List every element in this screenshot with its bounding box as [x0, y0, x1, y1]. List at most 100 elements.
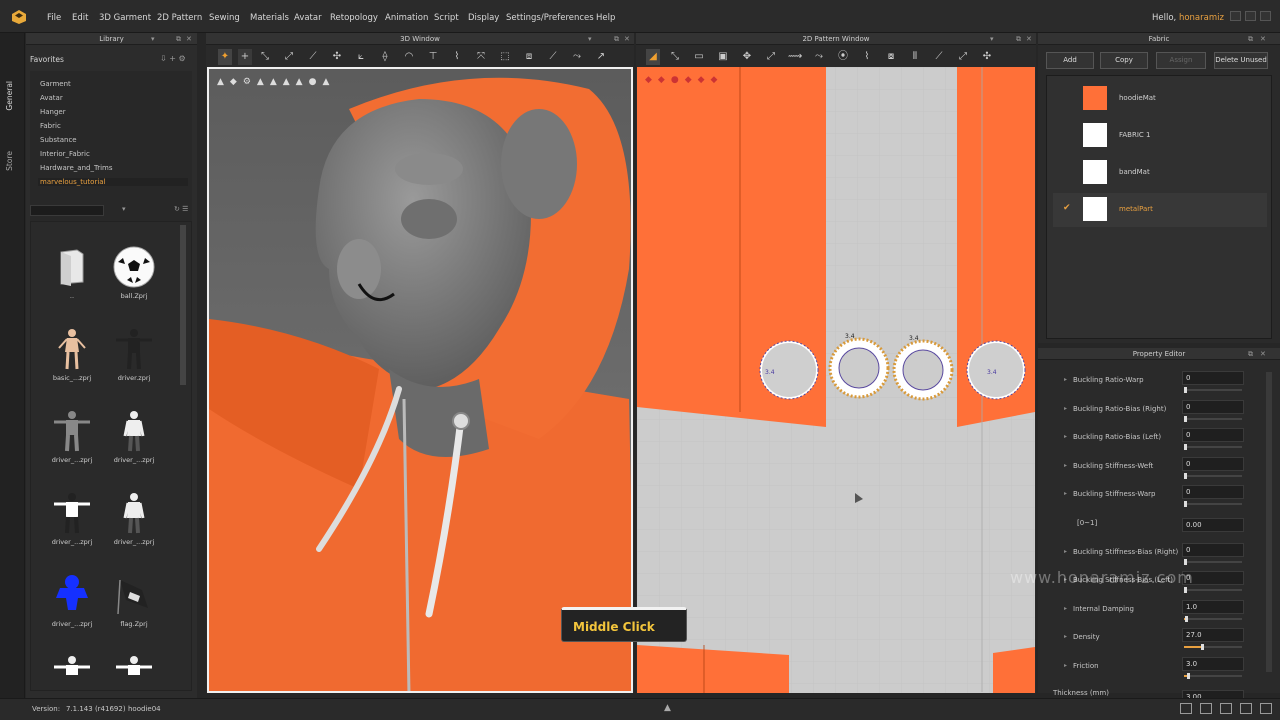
layout-quad-icon[interactable]	[1260, 703, 1272, 714]
sew-tool-icon[interactable]: ⟋	[306, 49, 320, 65]
layout-2d-icon[interactable]	[1240, 703, 1252, 714]
property-slider[interactable]	[1184, 644, 1242, 651]
expand-up-icon[interactable]: ▲	[664, 703, 671, 713]
move-tool-icon[interactable]: +	[238, 49, 252, 65]
garment-icon[interactable]: ✣	[330, 49, 344, 65]
menu-edit[interactable]: Edit	[72, 13, 88, 23]
minimize-button[interactable]	[1230, 11, 1241, 21]
layout-3d-icon[interactable]	[1220, 703, 1232, 714]
float-icon[interactable]: ⧉	[1248, 33, 1253, 45]
fabric-item-bandmat[interactable]: bandMat	[1053, 156, 1267, 190]
expand-arrow-icon[interactable]: ▸	[1064, 490, 1067, 497]
maximize-button[interactable]	[1245, 11, 1256, 21]
tab-store[interactable]: Store	[5, 151, 14, 171]
measure-icon[interactable]: ⌇	[450, 49, 464, 65]
close-panel-icon[interactable]: ✕	[1026, 33, 1032, 45]
copy-fabric-button[interactable]: Copy	[1100, 52, 1148, 69]
expand-arrow-icon[interactable]: ▸	[1064, 605, 1067, 612]
point-tool-icon[interactable]: ⤡	[258, 49, 272, 65]
property-slider[interactable]	[1184, 615, 1242, 622]
delete-unused-button[interactable]: Delete Unused	[1214, 52, 1268, 69]
library-item[interactable]: driver_...zprj	[48, 491, 96, 546]
assign-fabric-button[interactable]: Assign	[1156, 52, 1206, 69]
expand-arrow-icon[interactable]: ▸	[1064, 462, 1067, 469]
edit-pin-icon[interactable]: ⤢	[282, 49, 296, 65]
edit-point-icon[interactable]: ⤡	[668, 49, 682, 65]
trace-icon[interactable]: ⦀	[908, 49, 922, 65]
library-scrollbar[interactable]	[180, 225, 186, 385]
internal-shape-icon[interactable]: ▣	[716, 49, 730, 65]
menu-3d-garment[interactable]: 3D Garment	[99, 13, 151, 23]
line-icon[interactable]: ⟋	[932, 49, 946, 65]
layout-split-icon[interactable]	[1200, 703, 1212, 714]
library-item[interactable]: driver_...zprj	[110, 491, 158, 546]
tack-icon[interactable]: ⟠	[378, 49, 392, 65]
property-value-input[interactable]: 27.0	[1182, 628, 1244, 643]
property-slider[interactable]	[1184, 472, 1242, 479]
pin-icon[interactable]: ⊤	[426, 49, 440, 65]
library-item[interactable]: driver_...zprj	[48, 409, 96, 464]
property-value-input[interactable]: 0	[1182, 371, 1244, 385]
3d-viewport[interactable]: ▲◆⚙▲▲▲▲●▲	[207, 67, 633, 693]
favorite-substance[interactable]: Substance	[40, 136, 77, 144]
favorite-fabric[interactable]: Fabric	[40, 122, 61, 130]
shape-icon[interactable]: ◠	[402, 49, 416, 65]
property-value-input[interactable]: 1.0	[1182, 599, 1244, 614]
favorite-interior-fabric[interactable]: Interior_Fabric	[40, 150, 90, 158]
expand-arrow-icon[interactable]: ▸	[1064, 433, 1067, 440]
garment-icon[interactable]: ✣	[980, 49, 994, 65]
library-filter-dropdown-icon[interactable]: ▾	[122, 205, 126, 213]
rectangle-icon[interactable]: ▭	[692, 49, 706, 65]
library-item[interactable]: driver.zprj	[110, 327, 158, 382]
pleat-icon[interactable]: ✥	[740, 49, 754, 65]
expand-arrow-icon[interactable]: ▸	[1064, 633, 1067, 640]
menu-animation[interactable]: Animation	[385, 13, 428, 23]
menu-2d-pattern[interactable]: 2D Pattern	[157, 13, 202, 23]
property-slider[interactable]	[1184, 501, 1242, 508]
sew-icon[interactable]: ⤢	[764, 49, 778, 65]
property-slider[interactable]	[1184, 558, 1242, 565]
property-slider[interactable]	[1184, 415, 1242, 422]
property-value-input[interactable]: 0.00	[1182, 518, 1244, 532]
texture-icon[interactable]: ⌇	[860, 49, 874, 65]
library-refresh-icon[interactable]: ↻ ☰	[174, 205, 188, 213]
property-value-input[interactable]: 0	[1182, 428, 1244, 443]
dropdown-icon[interactable]: ▾	[588, 33, 592, 45]
layout-single-icon[interactable]	[1180, 703, 1192, 714]
favorite-avatar[interactable]: Avatar	[40, 94, 63, 102]
menu-materials[interactable]: Materials	[250, 13, 289, 23]
library-item[interactable]: basic_...zprj	[48, 327, 96, 382]
menu-help[interactable]: Help	[596, 13, 615, 23]
arrange-icon[interactable]: ⬚	[498, 49, 512, 65]
favorite-hardware-and-trims[interactable]: Hardware_and_Trims	[40, 164, 113, 172]
float-icon[interactable]: ⧉	[614, 33, 619, 45]
menu-display[interactable]: Display	[468, 13, 499, 23]
favorite-garment[interactable]: Garment	[40, 80, 71, 88]
property-value-input[interactable]: 0	[1182, 542, 1244, 557]
2d-view-toolbar[interactable]: ◆◆●◆◆◆	[645, 75, 723, 85]
expand-arrow-icon[interactable]: ▸	[1064, 662, 1067, 669]
expand-arrow-icon[interactable]: ▸	[1064, 405, 1067, 412]
library-item[interactable]: flag.Zprj	[110, 573, 158, 628]
select-tool-icon[interactable]: ✦	[218, 49, 232, 65]
property-slider[interactable]	[1184, 587, 1242, 594]
transform-pattern-icon[interactable]: ◢	[646, 49, 660, 65]
property-slider[interactable]	[1184, 387, 1242, 393]
menu-file[interactable]: File	[47, 13, 61, 23]
close-panel-icon[interactable]: ✕	[624, 33, 630, 45]
menu-script[interactable]: Script	[434, 13, 459, 23]
library-item[interactable]: ..	[48, 245, 96, 300]
free-sew-icon[interactable]: ⤳	[812, 49, 826, 65]
tab-general[interactable]: General	[5, 81, 14, 111]
close-panel-icon[interactable]: ✕	[186, 33, 192, 45]
menu-avatar[interactable]: Avatar	[294, 13, 322, 23]
wind-icon[interactable]: ⤳	[570, 49, 584, 65]
expand-arrow-icon[interactable]: ▸	[1064, 376, 1067, 383]
dropdown-icon[interactable]: ▾	[990, 33, 994, 45]
fabric-item-metalpart[interactable]: ✔ metalPart	[1053, 193, 1267, 227]
add-fabric-button[interactable]: Add	[1046, 52, 1094, 69]
transform-icon[interactable]: ⤧	[474, 49, 488, 65]
expand-arrow-icon[interactable]: ▸	[1064, 548, 1067, 555]
property-slider[interactable]	[1184, 673, 1242, 679]
property-value-input[interactable]: 0	[1182, 456, 1244, 471]
